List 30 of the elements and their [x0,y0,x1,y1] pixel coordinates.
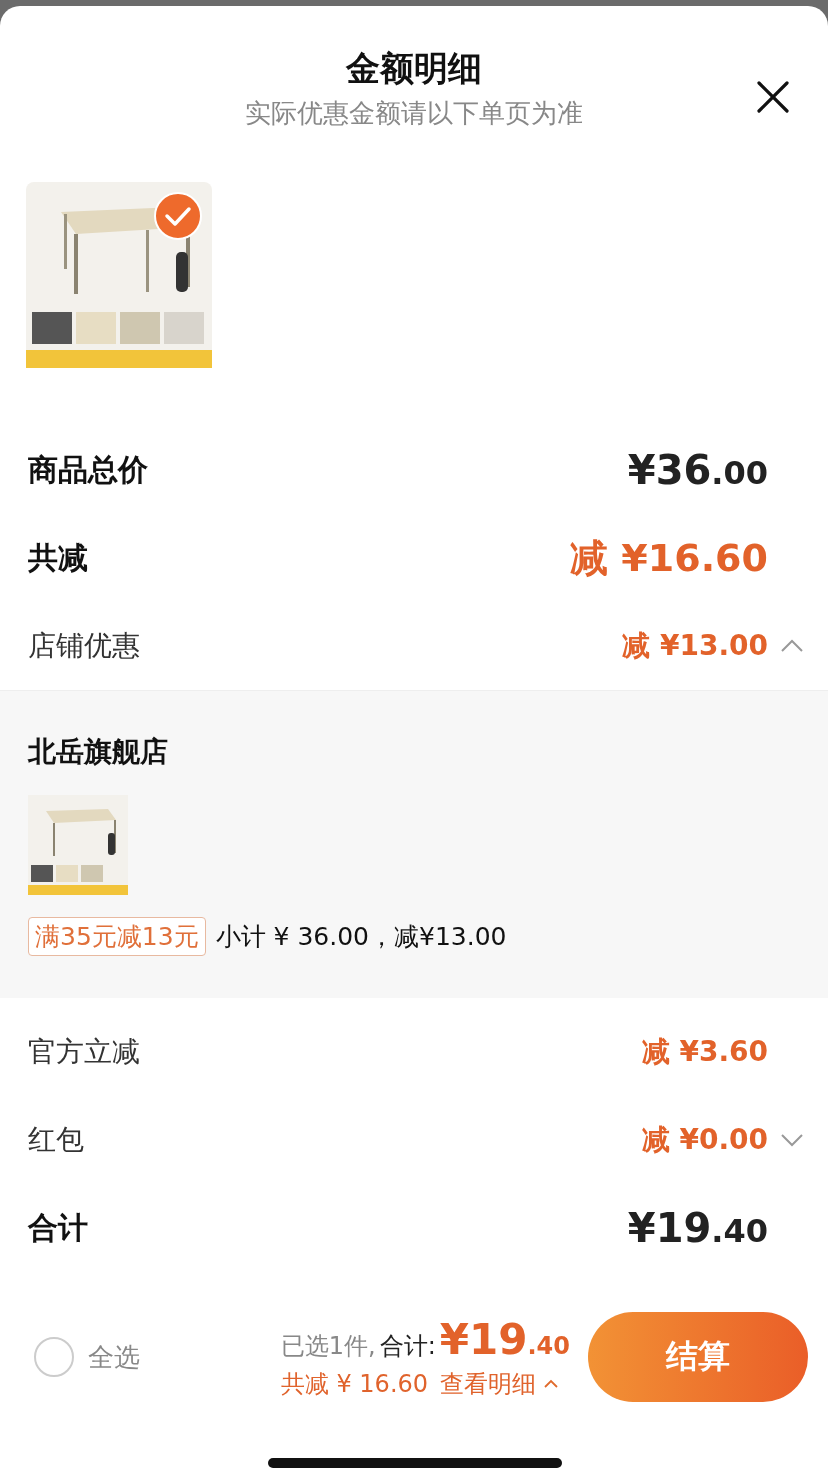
sheet-title: 金额明细 [345,47,483,90]
row-label: 店铺优惠 [28,628,140,664]
amount: 减 ¥0.00 [641,1122,768,1158]
promo-tag: 满35元减13元 [28,917,206,956]
amount: ¥36.00 [627,447,768,493]
total-label: 合计: [379,1330,436,1362]
row-label: 官方立减 [28,1034,140,1070]
row-label: 商品总价 [28,450,148,489]
select-all-radio[interactable] [34,1337,74,1377]
selected-count: 已选1件, [280,1330,376,1362]
total-amount: ¥19.40 [439,1314,570,1364]
amount: 减 ¥3.60 [641,1034,768,1070]
checkout-button[interactable]: 结算 [588,1312,808,1402]
store-name: 北岳旗舰店 [28,734,169,770]
checkmark-icon[interactable] [154,192,202,240]
close-icon[interactable] [756,80,790,114]
amount: 减 ¥16.60 [570,534,768,582]
row-label: 合计 [28,1208,88,1247]
subtotal-text: 小计 ¥ 36.00，减¥13.00 [215,921,507,953]
chevron-down-icon[interactable] [780,1133,804,1147]
savings-text: 共减 ¥ 16.60 [280,1368,429,1400]
sheet-subtitle: 实际优惠金额请以下单页为准 [245,97,583,130]
row-label: 红包 [28,1122,84,1158]
chevron-up-icon[interactable] [780,639,804,653]
amount: 减 ¥13.00 [622,628,768,664]
view-details-link[interactable]: 查看明细 [440,1367,559,1400]
amount: ¥19.40 [627,1205,768,1251]
row-label: 共减 [28,538,88,577]
select-all-label[interactable]: 全选 [88,1339,140,1375]
chevron-up-icon[interactable] [544,1379,559,1388]
